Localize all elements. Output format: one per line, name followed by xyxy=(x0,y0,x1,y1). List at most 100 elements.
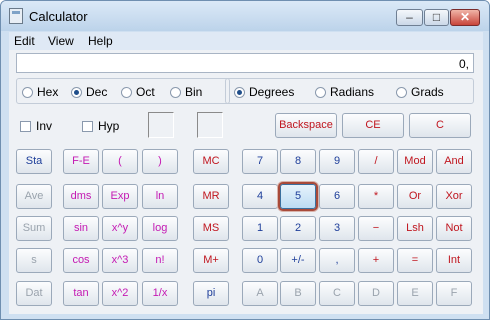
key-pad-sym-3-2[interactable]: , xyxy=(319,248,355,273)
key-pad-sym-3-3[interactable]: + xyxy=(358,248,394,273)
key-pad-b-4-1[interactable]: B xyxy=(280,281,316,306)
key-pad-mod-0-4[interactable]: Mod xyxy=(397,149,433,174)
key-col0-s-3[interactable]: s xyxy=(16,248,52,273)
key-col0-ave-1[interactable]: Ave xyxy=(16,184,52,209)
key-col3-sym-0[interactable]: ) xyxy=(142,149,178,174)
radio-hex[interactable]: Hex xyxy=(22,85,58,99)
window-title: Calculator xyxy=(29,9,88,24)
key-col2-sym-0[interactable]: ( xyxy=(102,149,138,174)
radix-group: Hex Dec Oct Bin xyxy=(16,78,230,104)
memory-indicator xyxy=(197,112,223,138)
radio-radians-indicator xyxy=(315,86,326,98)
key-pad-4-1-0[interactable]: 4 xyxy=(242,184,278,209)
menu-view[interactable]: View xyxy=(48,34,74,48)
calculator-window: Calculator ‒ □ ✕ Edit View Help 0, Hex D… xyxy=(0,0,490,320)
key-pad-or-1-4[interactable]: Or xyxy=(397,184,433,209)
radio-degrees[interactable]: Degrees xyxy=(234,85,294,99)
radio-degrees-label: Degrees xyxy=(249,85,295,99)
radio-oct-indicator xyxy=(121,86,132,98)
menu-help[interactable]: Help xyxy=(88,34,113,48)
key-pad-sym-0-3[interactable]: / xyxy=(358,149,394,174)
display-value: 0, xyxy=(458,57,469,71)
key-pad-xor-1-5[interactable]: Xor xyxy=(436,184,472,209)
minimize-button[interactable]: ‒ xyxy=(396,9,423,26)
key-col3-n-3[interactable]: n! xyxy=(142,248,178,273)
radio-bin-indicator xyxy=(170,86,181,98)
key-pad-lsh-2-4[interactable]: Lsh xyxy=(397,216,433,241)
radio-hex-indicator xyxy=(22,86,33,98)
key-col1-f-e-0[interactable]: F-E xyxy=(63,149,99,174)
key-pad-2-2-1[interactable]: 2 xyxy=(280,216,316,241)
radio-bin[interactable]: Bin xyxy=(170,85,202,99)
calculator-body: 0, Hex Dec Oct Bin Degrees Radians Grads… xyxy=(9,50,483,314)
key-c[interactable]: C xyxy=(409,113,471,138)
checkbox-inv-box xyxy=(20,120,31,132)
radio-radians-label: Radians xyxy=(330,85,375,99)
key-pad-sym-1-3[interactable]: * xyxy=(358,184,394,209)
key-col2-x-2-4[interactable]: x^2 xyxy=(102,281,138,306)
radio-hex-label: Hex xyxy=(37,85,59,99)
radio-dec[interactable]: Dec xyxy=(71,85,107,99)
key-col1-dms-1[interactable]: dms xyxy=(63,184,99,209)
radio-oct[interactable]: Oct xyxy=(121,85,155,99)
radio-grads-indicator xyxy=(396,86,407,98)
key-col1-cos-3[interactable]: cos xyxy=(63,248,99,273)
checkbox-inv-label: Inv xyxy=(36,119,53,133)
key-pad-sym-2-3[interactable]: − xyxy=(358,216,394,241)
menu-bar: Edit View Help xyxy=(9,32,483,50)
key-pad-f-4-5[interactable]: F xyxy=(436,281,472,306)
radio-radians[interactable]: Radians xyxy=(315,85,374,99)
key-mem-mr[interactable]: MR xyxy=(193,184,229,209)
key-pad-5-1-1[interactable]: 5 xyxy=(280,184,316,209)
key-pad-e-4-4[interactable]: E xyxy=(397,281,433,306)
key-col1-tan-4[interactable]: tan xyxy=(63,281,99,306)
key-pad-8-0-1[interactable]: 8 xyxy=(280,149,316,174)
key-ce[interactable]: CE xyxy=(342,113,404,138)
key-pad-7-0-0[interactable]: 7 xyxy=(242,149,278,174)
checkbox-hyp-label: Hyp xyxy=(98,119,120,133)
key-mem-pi[interactable]: pi xyxy=(193,281,229,306)
calculator-app-icon xyxy=(9,8,23,24)
key-pad-9-0-2[interactable]: 9 xyxy=(319,149,355,174)
key-pad-0-3-0[interactable]: 0 xyxy=(242,248,278,273)
radio-dec-label: Dec xyxy=(86,85,108,99)
key-pad-a-4-0[interactable]: A xyxy=(242,281,278,306)
menu-edit[interactable]: Edit xyxy=(14,34,35,48)
key-pad-d-4-3[interactable]: D xyxy=(358,281,394,306)
title-bar[interactable]: Calculator ‒ □ ✕ xyxy=(1,1,489,31)
radio-bin-label: Bin xyxy=(185,85,203,99)
radio-grads-label: Grads xyxy=(411,85,444,99)
key-pad-not-2-5[interactable]: Not xyxy=(436,216,472,241)
key-pad-and-0-5[interactable]: And xyxy=(436,149,472,174)
maximize-button[interactable]: □ xyxy=(424,9,449,26)
key-mem-m[interactable]: M+ xyxy=(193,248,229,273)
checkbox-hyp[interactable]: Hyp xyxy=(82,119,119,133)
radio-grads[interactable]: Grads xyxy=(396,85,444,99)
parenthesis-indicator xyxy=(148,112,174,138)
key-pad-int-3-5[interactable]: Int xyxy=(436,248,472,273)
key-col3-ln-1[interactable]: ln xyxy=(142,184,178,209)
key-col0-dat-4[interactable]: Dat xyxy=(16,281,52,306)
key-mem-ms[interactable]: MS xyxy=(193,216,229,241)
radio-dec-indicator xyxy=(71,86,82,98)
key-pad-c-4-2[interactable]: C xyxy=(319,281,355,306)
angle-group: Degrees Radians Grads xyxy=(225,78,474,104)
key-col0-sta-0[interactable]: Sta xyxy=(16,149,52,174)
key-col2-exp-1[interactable]: Exp xyxy=(102,184,138,209)
close-button[interactable]: ✕ xyxy=(450,9,480,26)
key-backspace[interactable]: Backspace xyxy=(275,113,337,138)
key-col3-1-x-4[interactable]: 1/x xyxy=(142,281,178,306)
key-col2-x-3-3[interactable]: x^3 xyxy=(102,248,138,273)
radio-oct-label: Oct xyxy=(136,85,155,99)
key-pad-6-1-2[interactable]: 6 xyxy=(319,184,355,209)
key-col1-sin-2[interactable]: sin xyxy=(63,216,99,241)
key-pad-3-2-2[interactable]: 3 xyxy=(319,216,355,241)
key-col0-sum-2[interactable]: Sum xyxy=(16,216,52,241)
key-mem-mc[interactable]: MC xyxy=(193,149,229,174)
key-pad-sym-3-1[interactable]: +/- xyxy=(280,248,316,273)
key-col3-log-2[interactable]: log xyxy=(142,216,178,241)
key-pad-sym-3-4[interactable]: = xyxy=(397,248,433,273)
key-pad-1-2-0[interactable]: 1 xyxy=(242,216,278,241)
key-col2-x-y-2[interactable]: x^y xyxy=(102,216,138,241)
checkbox-inv[interactable]: Inv xyxy=(20,119,52,133)
